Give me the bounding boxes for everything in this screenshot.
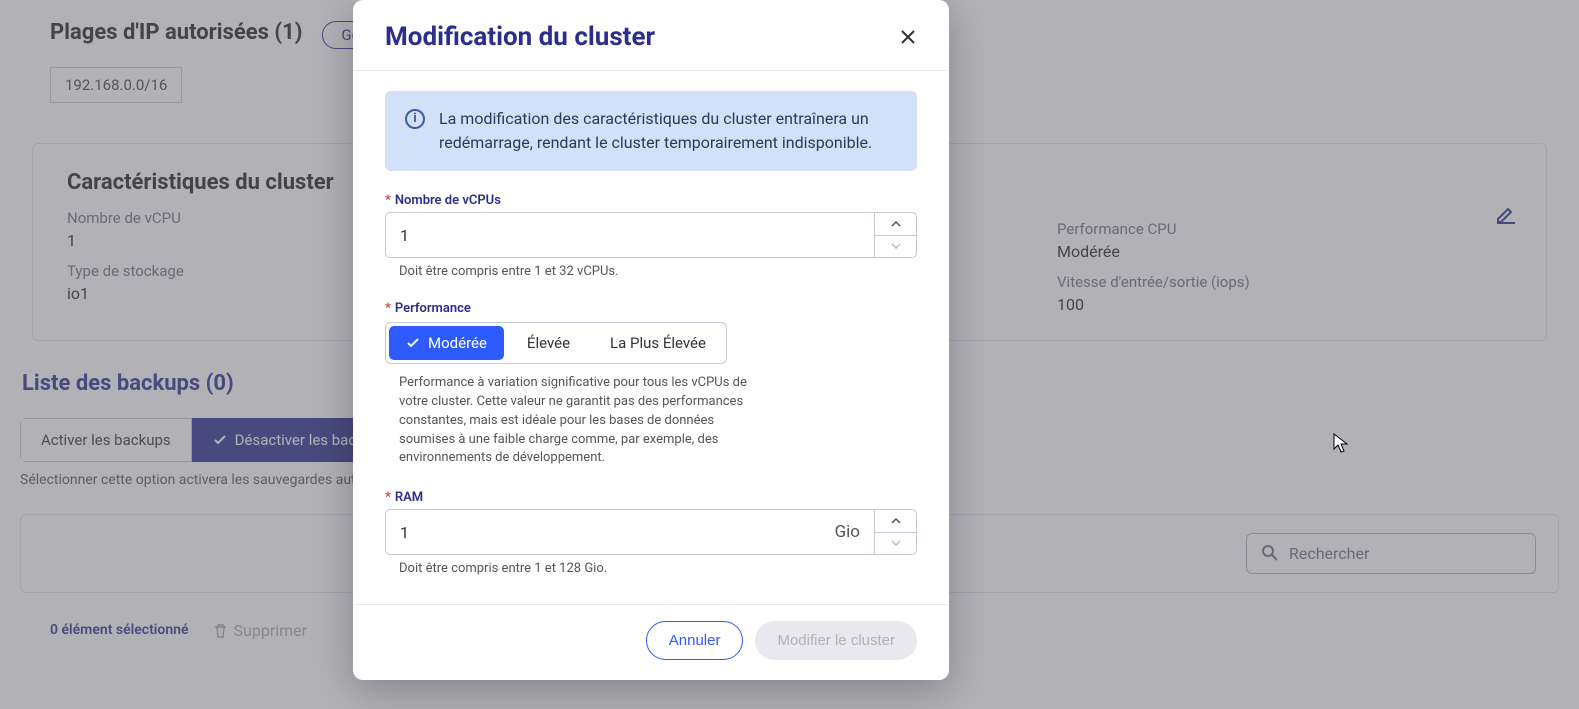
submit-button: Modifier le cluster — [755, 621, 917, 660]
performance-segmented: Modérée Élevée La Plus Élevée — [385, 322, 727, 364]
info-alert: i La modification des caractéristiques d… — [385, 91, 917, 171]
modal-title: Modification du cluster — [385, 22, 655, 52]
cancel-button[interactable]: Annuler — [646, 621, 744, 660]
edit-cluster-modal: Modification du cluster i La modificatio… — [353, 0, 949, 680]
vcpu-increment[interactable] — [875, 213, 916, 235]
vcpu-field-label: *Nombre de vCPUs — [385, 193, 917, 208]
vcpu-decrement[interactable] — [875, 235, 916, 258]
info-icon: i — [405, 109, 425, 129]
ram-hint: Doit être compris entre 1 et 128 Gio. — [399, 561, 917, 576]
check-icon — [406, 336, 420, 350]
ram-unit: Gio — [835, 522, 874, 542]
performance-field-label: *Performance — [385, 301, 917, 316]
close-icon[interactable] — [899, 28, 917, 46]
performance-description: Performance à variation significative po… — [399, 374, 759, 468]
performance-option-highest[interactable]: La Plus Élevée — [590, 323, 726, 363]
vcpu-input[interactable]: 1 — [386, 213, 874, 257]
ram-field-label: *RAM — [385, 490, 917, 505]
performance-option-moderate[interactable]: Modérée — [389, 326, 504, 360]
ram-input[interactable]: 1 — [386, 510, 835, 554]
alert-text: La modification des caractéristiques du … — [439, 107, 897, 155]
ram-increment[interactable] — [875, 510, 916, 532]
ram-decrement[interactable] — [875, 532, 916, 555]
vcpu-hint: Doit être compris entre 1 et 32 vCPUs. — [399, 264, 917, 279]
performance-option-high[interactable]: Élevée — [507, 323, 590, 363]
